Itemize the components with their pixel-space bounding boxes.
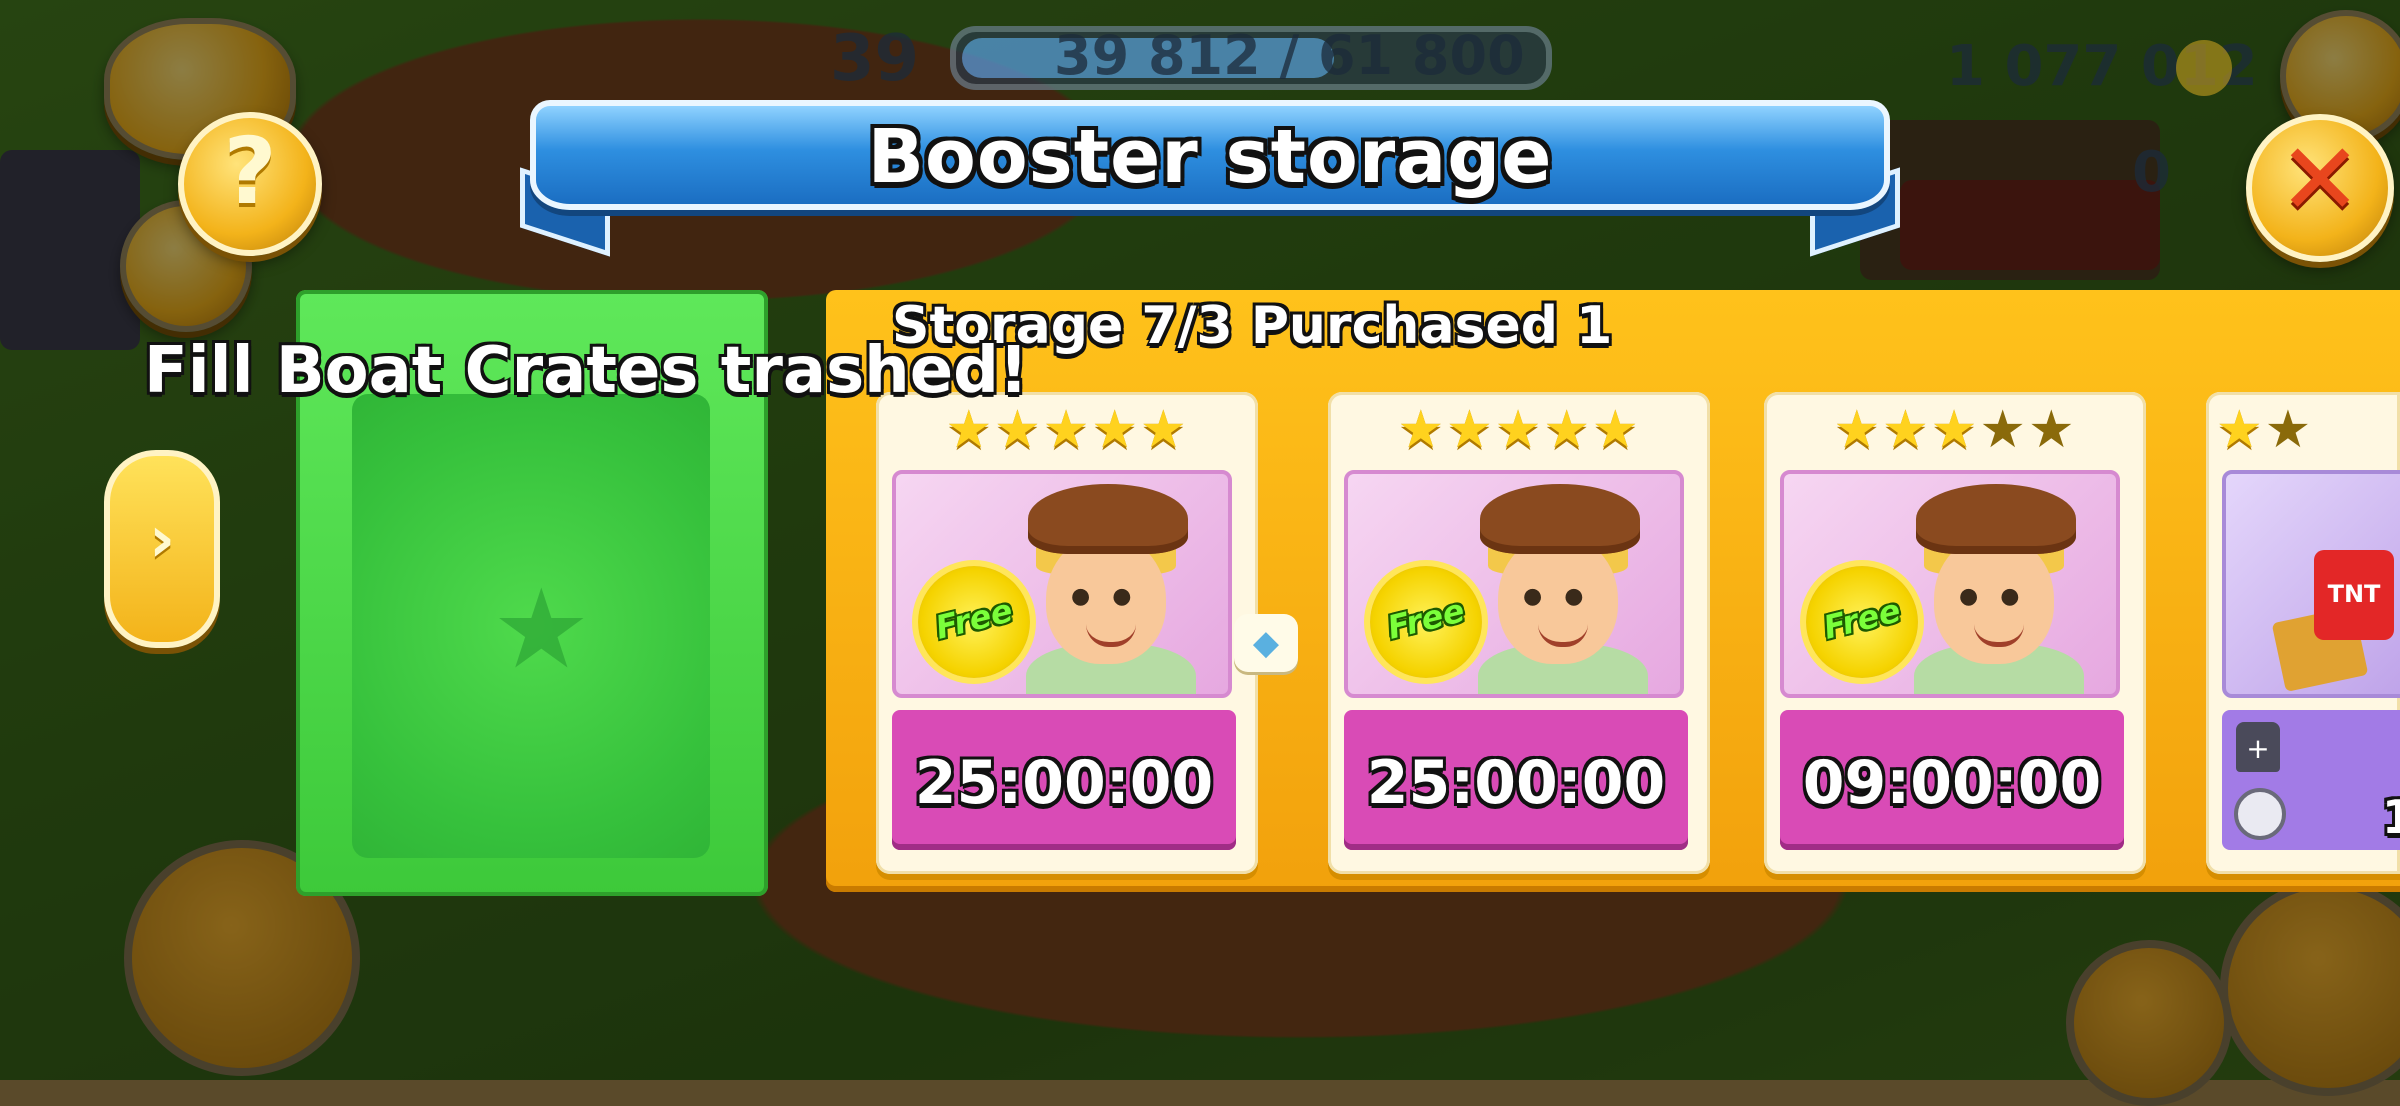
stopwatch-icon [2234, 788, 2286, 840]
close-button[interactable]: ✕ [2246, 114, 2394, 262]
free-label: Free [1819, 591, 1905, 647]
free-label: Free [1383, 591, 1469, 647]
card-icon[interactable] [2066, 940, 2232, 1106]
star-rating: ★★ [2206, 404, 2400, 456]
boy-eyes: ●● [1959, 584, 2042, 609]
free-label: Free [931, 591, 1017, 647]
close-icon: ✕ [2278, 121, 2362, 238]
star-icon: ★ [2216, 400, 2265, 460]
boy-cap [1480, 484, 1640, 554]
diamond-count: 0 [2132, 140, 2171, 205]
timer-box: 09:00:00 [1780, 710, 2124, 850]
booster-card[interactable]: ★★★★★ ●● Free 09:00:00 [1764, 392, 2146, 874]
level-number: 39 [830, 22, 920, 96]
timer-text: 25:00:00 [1366, 748, 1666, 818]
boy-eyes: ●● [1071, 584, 1154, 609]
star-icon: ★ [1833, 400, 1883, 460]
trashed-message: Fill Boat Crates trashed! [144, 334, 1029, 408]
tnt-timer-text: 1 [2382, 790, 2400, 844]
farmer-boy-portrait: ●● Free [1780, 470, 2120, 698]
farmer-boy-portrait: ●● Free [1344, 470, 1684, 698]
title-banner: Booster storage [520, 100, 1900, 257]
booster-card[interactable]: ★★★★★ ●● Free 25:00:00 [1328, 392, 1710, 874]
coin-icon [2176, 40, 2232, 96]
free-badge: Free [1806, 566, 1918, 678]
xp-text: 39 812 / 61 800 [1054, 24, 1525, 87]
farmer-boy-portrait: ●● Free [892, 470, 1232, 698]
free-badge: Free [1370, 566, 1482, 678]
tnt-info-box: + 1 [2222, 710, 2400, 850]
star-icon: ★ [1446, 400, 1495, 460]
star-icon: ★ [1139, 400, 1189, 460]
tnt-portrait: TNT [2222, 470, 2400, 698]
star-rating: ★★★★★ [876, 404, 1258, 456]
timer-box: 25:00:00 [1344, 710, 1688, 850]
timer-box: 25:00:00 [892, 710, 1236, 850]
star-icon: ★ [1397, 400, 1447, 460]
timer-text: 09:00:00 [1802, 748, 2102, 818]
booster-card[interactable]: ★★★★★ ●● Free ◆ 25:00:00 [876, 392, 1298, 874]
booster-card[interactable]: ★★ TNT + 1 [2206, 392, 2400, 874]
star-icon: ★ [2027, 400, 2077, 460]
free-badge: Free [918, 566, 1030, 678]
help-button[interactable]: ? [178, 112, 322, 256]
star-rating: ★★★★★ [1764, 404, 2146, 456]
star-watermark-icon: ★ [492, 565, 591, 693]
question-icon: ? [223, 118, 277, 225]
star-icon: ★ [1494, 400, 1544, 460]
weight-icon: + [2236, 722, 2280, 772]
star-icon: ★ [2264, 400, 2314, 460]
next-button[interactable]: › [104, 450, 220, 648]
dialog-title: Booster storage [867, 114, 1553, 200]
diamond-icon[interactable]: ◆ [1234, 614, 1298, 672]
star-icon: ★ [1091, 400, 1140, 460]
boy-cap [1028, 484, 1188, 554]
boy-cap [1916, 484, 2076, 554]
timer-text: 25:00:00 [914, 748, 1214, 818]
tnt-label: TNT [2327, 580, 2381, 608]
star-icon: ★ [1930, 400, 1980, 460]
trash-slot[interactable]: ★ [352, 394, 710, 858]
star-icon: ★ [1979, 400, 2028, 460]
star-icon: ★ [945, 400, 995, 460]
star-rating: ★★★★★ [1328, 404, 1710, 456]
chevron-right-icon: › [148, 503, 176, 577]
star-icon: ★ [1882, 400, 1931, 460]
star-icon: ★ [1591, 400, 1641, 460]
star-icon: ★ [994, 400, 1043, 460]
star-icon: ★ [1543, 400, 1592, 460]
star-icon: ★ [1042, 400, 1092, 460]
boy-eyes: ●● [1523, 584, 1606, 609]
